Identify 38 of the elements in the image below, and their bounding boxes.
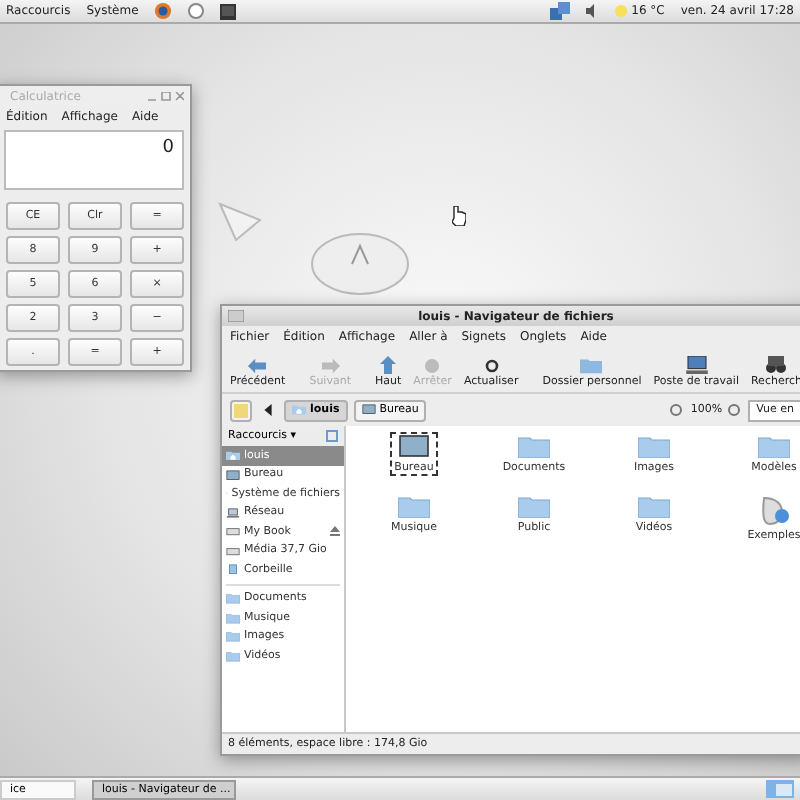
sun-icon <box>613 4 628 18</box>
workspace-switcher-icon[interactable] <box>766 780 794 798</box>
home-folder-icon <box>226 450 240 461</box>
home-folder-icon <box>292 404 306 416</box>
trash-icon <box>226 564 240 575</box>
examples-icon <box>757 494 790 526</box>
edit-location-button[interactable] <box>230 399 252 421</box>
folder-icon <box>638 434 670 458</box>
up-arrow-icon <box>380 356 397 374</box>
window-controls-icon <box>148 91 184 101</box>
terminal-icon[interactable] <box>220 3 237 19</box>
eject-icon[interactable] <box>330 526 340 537</box>
display-value: 0 <box>162 138 174 158</box>
zoom-out-icon[interactable] <box>670 403 685 417</box>
zoom-in-icon[interactable] <box>728 403 743 417</box>
mouse-cursor-icon <box>452 206 466 226</box>
desktop-icon <box>397 434 430 458</box>
folder-icon <box>518 494 550 518</box>
scroll-left-arrow-icon[interactable] <box>264 404 272 416</box>
home-folder-icon <box>580 356 603 374</box>
computer-icon <box>685 356 708 374</box>
desktop-icon <box>226 469 240 480</box>
reload-icon <box>483 358 500 374</box>
forward-arrow-icon <box>321 358 340 374</box>
network-icon <box>226 507 240 518</box>
volume-icon[interactable] <box>585 4 598 18</box>
folder-icon <box>757 434 790 458</box>
folder-icon <box>517 434 550 458</box>
close-icon[interactable] <box>326 430 338 442</box>
browser-globe-icon[interactable] <box>154 2 173 20</box>
desktop-icon <box>361 404 376 416</box>
note-icon <box>234 403 248 417</box>
back-arrow-icon <box>248 358 267 374</box>
stop-icon <box>424 358 441 374</box>
binoculars-icon <box>766 356 787 374</box>
folder-icon <box>398 494 430 518</box>
network-status-icon[interactable] <box>549 2 570 20</box>
folder-icon <box>638 494 670 518</box>
